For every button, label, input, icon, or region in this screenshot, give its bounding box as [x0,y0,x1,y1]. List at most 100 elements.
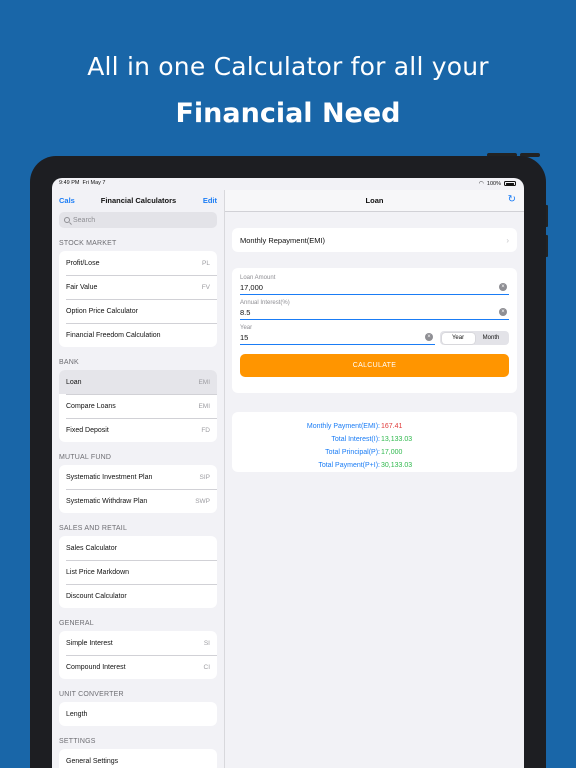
emi-type-label: Monthly Repayment(EMI) [240,235,326,245]
emi-type-selector[interactable]: Monthly Repayment(EMI) › [232,228,517,252]
sidebar-item[interactable]: Compound Interest CI [59,655,217,679]
sidebar-item-label: Loan [66,378,82,386]
clear-icon[interactable]: × [499,308,507,316]
sidebar-item[interactable]: General Settings [59,749,217,768]
loan-form: Loan Amount 17,000 × Annual Interest(%) … [232,268,517,393]
sidebar-item-abbr: FD [201,426,210,434]
sidebar-item-label: Simple Interest [66,639,113,647]
status-right: ◠ 100% [479,180,516,187]
wifi-icon: ◠ [478,181,484,187]
sidebar-item-label: Sales Calculator [66,544,117,552]
reset-icon[interactable]: ↻ [508,194,516,205]
sidebar-item[interactable]: Option Price Calculator [59,299,217,323]
sidebar-item-abbr: EMI [198,378,210,386]
sidebar-item[interactable]: Compare Loans EMI [59,394,217,418]
result-row: Total Principal(P): 17,000 [232,446,517,459]
search-input[interactable]: Search [59,212,217,228]
clear-icon[interactable]: × [425,333,433,341]
sidebar-item-label: General Settings [66,757,119,765]
section-header: UNIT CONVERTER [59,691,124,698]
result-label: Total Payment(P+I): [318,462,380,469]
sidebar-item[interactable]: Fair Value FV [59,275,217,299]
sidebar-item[interactable]: Financial Freedom Calculation [59,323,217,347]
sidebar-item-abbr: SI [203,639,210,647]
sidebar-item[interactable]: Systematic Investment Plan SIP [59,465,217,489]
year-row: Year 15 × Year Month [240,325,509,345]
headline-line2: Financial Need [175,98,401,129]
tablet-screen: 9:49 PM Fri May 7 ◠ 100% Financial Calcu… [52,178,524,768]
interest-value: 8.5 [240,308,251,317]
loan-amount-input[interactable]: 17,000 × [240,281,509,295]
section-group: Sales Calculator List Price Markdown Disco… [59,536,217,608]
battery-percent: 100% [486,180,501,187]
detail-nav-bar: Loan ↻ [225,190,524,212]
section-header: STOCK MARKET [59,240,117,247]
sidebar-item-label: Financial Freedom Calculation [66,331,161,339]
sidebar-item[interactable]: List Price Markdown [59,560,217,584]
sidebar-item-label: Systematic Investment Plan [66,473,153,481]
sidebar-item-abbr: FV [201,283,210,291]
interest-input[interactable]: 8.5 × [240,306,509,320]
result-value: 30,133.03 [381,462,413,469]
sidebar-item[interactable]: Length [59,702,217,726]
section-group: Length [59,702,217,726]
sidebar-item[interactable]: Discount Calculator [59,584,217,608]
sidebar-item-label: Compare Loans [66,402,116,410]
section-group: Loan EMI Compare Loans EMI Fixed Deposit FD [59,370,217,442]
section-group: General Settings [59,749,217,768]
results-card: Monthly Payment(EMI): 167.41 Total Inter… [232,412,517,472]
year-input[interactable]: 15 × [240,331,435,345]
detail-pane: Loan ↻ Monthly Repayment(EMI) › Loan Amo… [225,190,524,768]
sidebar-item-abbr: SIP [199,473,210,481]
result-label: Total Principal(P): [325,449,380,456]
headline-line1: All in one Calculator for all your [87,52,489,81]
segment-month[interactable]: Month [475,333,508,344]
sidebar-item[interactable]: Simple Interest SI [59,631,217,655]
status-time: 9:49 PM Fri May 7 [59,180,106,186]
year-value: 15 [240,333,249,342]
sidebar-item-label: Fixed Deposit [66,426,109,434]
cals-back-button[interactable]: Cals [59,196,75,205]
sidebar-item[interactable]: Profit/Lose PL [59,251,217,275]
sidebar-item-label: Length [66,710,88,718]
sidebar-item[interactable]: Systematic Withdraw Plan SWP [59,489,217,513]
calculate-button[interactable]: CALCULATE [240,354,509,377]
section-header: SALES AND RETAIL [59,525,128,532]
sidebar-nav-bar: Financial Calculators Cals Edit [52,190,224,212]
section-group: Simple Interest SI Compound Interest CI [59,631,217,679]
result-row: Monthly Payment(EMI): 167.41 [232,420,517,433]
sidebar-item-abbr: PL [202,259,210,267]
edit-button[interactable]: Edit [203,196,217,205]
loan-amount-value: 17,000 [240,283,263,292]
sidebar-item[interactable]: Loan EMI [59,370,217,394]
segment-year[interactable]: Year [441,332,475,344]
clear-icon[interactable]: × [499,283,507,291]
search-icon [64,217,70,223]
result-label: Total Interest(I): [331,436,380,443]
sidebar-item[interactable]: Sales Calculator [59,536,217,560]
search-placeholder: Search [73,216,96,224]
detail-title: Loan [365,196,384,205]
section-group: Systematic Investment Plan SIP Systematic … [59,465,217,513]
sidebar-item-label: Compound Interest [66,663,126,671]
sidebar-item-label: Option Price Calculator [66,307,138,315]
chevron-right-icon: › [506,235,509,245]
result-label: Monthly Payment(EMI): [306,423,380,430]
section-header: BANK [59,359,79,366]
status-bar: 9:49 PM Fri May 7 ◠ 100% [52,178,524,190]
interest-field[interactable]: Annual Interest(%) 8.5 × [240,300,509,320]
battery-icon [504,181,516,186]
year-field[interactable]: Year 15 × [240,325,435,345]
result-row: Total Payment(P+I): 30,133.03 [232,459,517,472]
result-row: Total Interest(I): 13,133.03 [232,433,517,446]
sidebar-item-label: Systematic Withdraw Plan [66,497,148,505]
sidebar-item-label: Profit/Lose [66,259,100,267]
section-header: SETTINGS [59,738,96,745]
period-segmented-control: Year Month [440,331,509,345]
sidebar-item[interactable]: Fixed Deposit FD [59,418,217,442]
sidebar-item-abbr: EMI [198,402,210,410]
section-group: Profit/Lose PL Fair Value FV Option Price Ca… [59,251,217,347]
section-header: MUTUAL FUND [59,454,112,461]
sidebar-item-label: Fair Value [66,283,98,291]
loan-amount-field[interactable]: Loan Amount 17,000 × [240,275,509,295]
